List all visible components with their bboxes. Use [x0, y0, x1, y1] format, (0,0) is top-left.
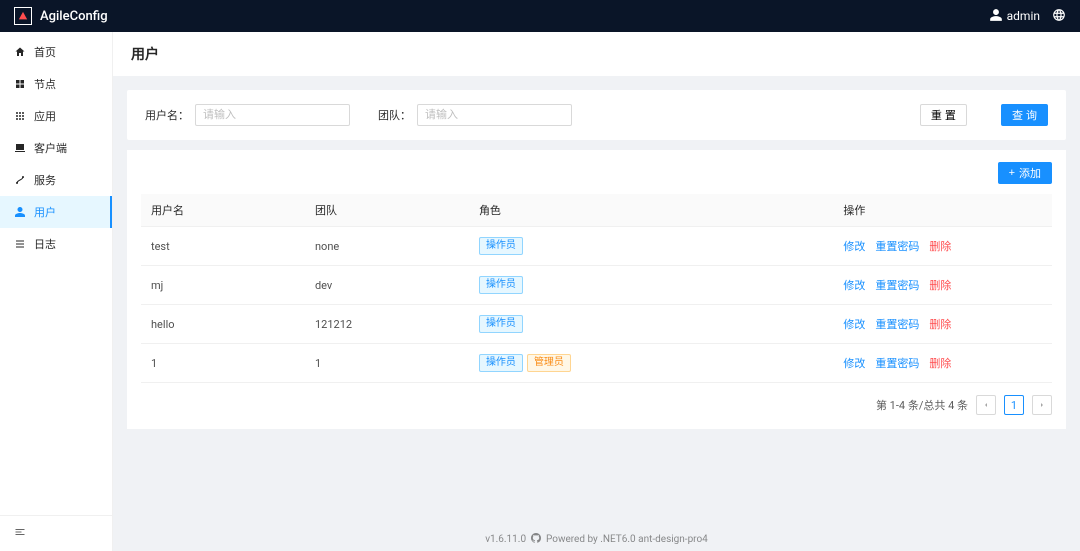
- role-tag-admin: 管理员: [527, 354, 571, 372]
- role-tag-operator: 操作员: [479, 315, 523, 333]
- table-row: hello121212操作员修改重置密码删除: [141, 305, 1052, 344]
- edit-link[interactable]: 修改: [843, 279, 865, 292]
- pagination-prev-button[interactable]: [976, 395, 996, 415]
- username-input[interactable]: [195, 104, 350, 126]
- edit-link[interactable]: 修改: [843, 318, 865, 331]
- sidebar-item-user[interactable]: 用户: [0, 196, 112, 228]
- filter-card: 用户名： 团队： 重 置 查 询: [127, 90, 1066, 140]
- node-icon: [14, 78, 26, 90]
- table-card: + 添加 用户名 团队 角色 操作 testnone操作员修改重置密码删除mjd…: [127, 150, 1066, 429]
- sidebar-item-label: 服务: [34, 172, 56, 188]
- global-footer: v1.6.11.0 Powered by .NET6.0 ant-design-…: [113, 525, 1080, 551]
- app-icon: [14, 110, 26, 122]
- client-icon: [14, 142, 26, 154]
- sidebar-item-home[interactable]: 首页: [0, 36, 112, 68]
- home-icon: [14, 46, 26, 58]
- sidebar: 首页节点应用客户端服务用户日志: [0, 32, 113, 551]
- search-button[interactable]: 查 询: [1001, 104, 1048, 126]
- role-tag-operator: 操作员: [479, 276, 523, 294]
- team-filter-label: 团队：: [378, 107, 411, 123]
- language-switch-icon[interactable]: [1052, 8, 1066, 25]
- col-role: 角色: [469, 194, 833, 227]
- delete-link[interactable]: 删除: [929, 357, 951, 370]
- pagination: 第 1-4 条/总共 4 条 1: [141, 383, 1052, 415]
- add-button[interactable]: + 添加: [998, 162, 1052, 184]
- sidebar-item-label: 首页: [34, 44, 56, 60]
- sidebar-item-client[interactable]: 客户端: [0, 132, 112, 164]
- user-icon: [14, 206, 26, 218]
- reset-pw-link[interactable]: 重置密码: [875, 240, 919, 253]
- col-username: 用户名: [141, 194, 305, 227]
- reset-pw-link[interactable]: 重置密码: [875, 318, 919, 331]
- table-row: testnone操作员修改重置密码删除: [141, 227, 1052, 266]
- sidebar-item-service[interactable]: 服务: [0, 164, 112, 196]
- table-row: 11操作员管理员修改重置密码删除: [141, 344, 1052, 383]
- plus-icon: +: [1009, 167, 1015, 179]
- edit-link[interactable]: 修改: [843, 240, 865, 253]
- role-tag-operator: 操作员: [479, 354, 523, 372]
- sidebar-item-app[interactable]: 应用: [0, 100, 112, 132]
- delete-link[interactable]: 删除: [929, 279, 951, 292]
- user-table: 用户名 团队 角色 操作 testnone操作员修改重置密码删除mjdev操作员…: [141, 194, 1052, 383]
- global-header: AgileConfig admin: [0, 0, 1080, 32]
- team-input[interactable]: [417, 104, 572, 126]
- reset-button[interactable]: 重 置: [920, 104, 967, 126]
- table-row: mjdev操作员修改重置密码删除: [141, 266, 1052, 305]
- sidebar-item-log[interactable]: 日志: [0, 228, 112, 260]
- edit-link[interactable]: 修改: [843, 357, 865, 370]
- delete-link[interactable]: 删除: [929, 240, 951, 253]
- reset-pw-link[interactable]: 重置密码: [875, 357, 919, 370]
- sidebar-item-label: 日志: [34, 236, 56, 252]
- delete-link[interactable]: 删除: [929, 318, 951, 331]
- sidebar-collapse-icon[interactable]: [14, 527, 26, 541]
- user-icon: [989, 8, 1003, 25]
- page-title: 用户: [113, 32, 1080, 76]
- reset-pw-link[interactable]: 重置密码: [875, 279, 919, 292]
- pagination-summary: 第 1-4 条/总共 4 条: [876, 397, 968, 413]
- sidebar-item-node[interactable]: 节点: [0, 68, 112, 100]
- sidebar-item-label: 应用: [34, 108, 56, 124]
- github-icon: [531, 534, 541, 545]
- role-tag-operator: 操作员: [479, 237, 523, 255]
- col-actions: 操作: [833, 194, 1052, 227]
- brand-name: AgileConfig: [40, 9, 108, 24]
- sidebar-item-label: 用户: [34, 204, 56, 220]
- service-icon: [14, 174, 26, 186]
- col-team: 团队: [305, 194, 469, 227]
- pagination-next-button[interactable]: [1032, 395, 1052, 415]
- username-filter-label: 用户名：: [145, 107, 189, 123]
- sidebar-item-label: 客户端: [34, 140, 67, 156]
- current-user[interactable]: admin: [989, 8, 1040, 25]
- log-icon: [14, 238, 26, 250]
- brand-logo: [14, 7, 32, 25]
- username-label: admin: [1007, 9, 1040, 23]
- sidebar-item-label: 节点: [34, 76, 56, 92]
- pagination-page-1[interactable]: 1: [1004, 395, 1024, 415]
